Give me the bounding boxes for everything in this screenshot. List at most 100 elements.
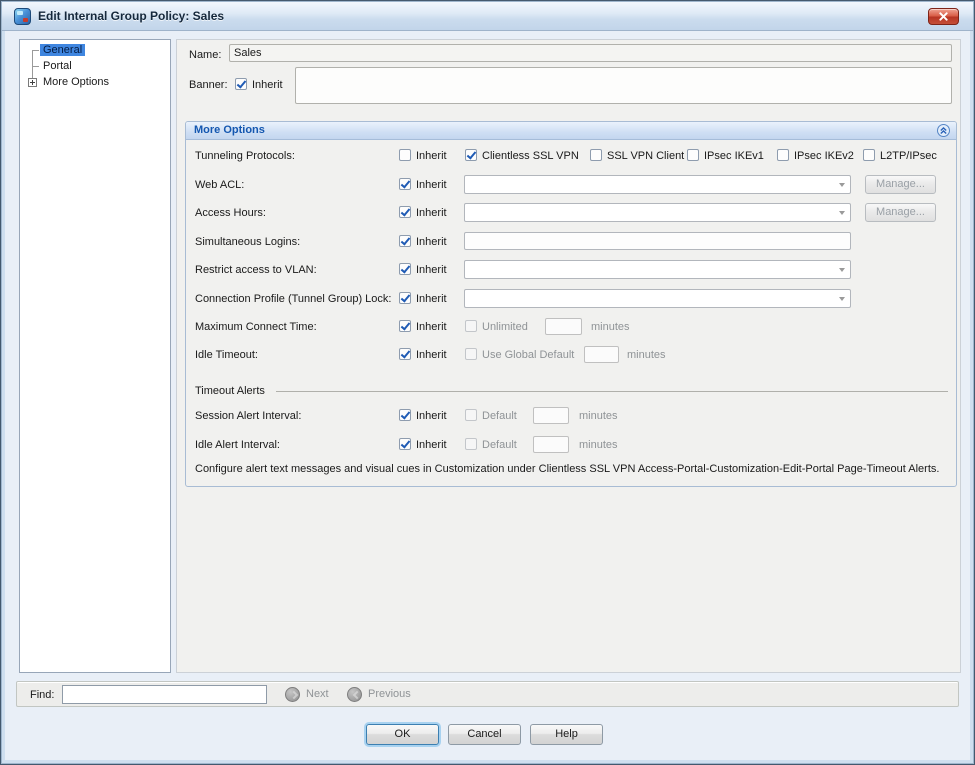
find-bar: Find: Next Previous [16,681,959,707]
help-button[interactable]: Help [530,724,603,745]
idle-alert-interval-row: Idle Alert Interval: Inherit Default min… [186,436,956,456]
section-divider [276,391,948,392]
ssl-vpn-client-label: SSL VPN Client [607,149,684,163]
row-label: Web ACL: [195,178,244,192]
session-alert-interval-row: Session Alert Interval: Inherit Default … [186,407,956,427]
ipsec-ikev2-label: IPsec IKEv2 [794,149,854,163]
dropdown-arrow-icon [839,211,845,215]
find-label: Find: [30,688,54,702]
connection-profile-lock-select[interactable] [464,289,851,308]
more-options-header[interactable]: More Options [186,122,956,140]
tunneling-inherit-checkbox[interactable] [399,149,411,161]
access-hours-manage-button[interactable]: Manage... [865,203,936,222]
ipsec-ikev1-checkbox[interactable] [687,149,699,161]
unlimited-label: Unlimited [482,320,528,334]
inherit-label: Inherit [416,320,447,334]
restrict-vlan-select[interactable] [464,260,851,279]
max-connect-minutes-field[interactable] [545,318,582,335]
tree-item-general[interactable]: General [40,43,85,57]
idle-alert-minutes-field[interactable] [533,436,569,453]
max-connect-inherit-checkbox[interactable] [399,320,411,332]
minutes-label: minutes [627,348,666,362]
inherit-label: Inherit [416,178,447,192]
tunneling-protocols-row: Tunneling Protocols: Inherit Clientless … [186,147,956,167]
idle-alert-inherit-checkbox[interactable] [399,438,411,450]
name-field[interactable]: Sales [229,44,952,62]
connection-profile-lock-inherit-checkbox[interactable] [399,292,411,304]
access-hours-row: Access Hours: Inherit Manage... [186,203,956,223]
l2tp-ipsec-checkbox[interactable] [863,149,875,161]
tree-expand-plus-icon[interactable] [28,78,37,87]
more-options-group: More Options Tunneling Protocols: Inheri… [185,121,957,487]
row-label: Simultaneous Logins: [195,235,300,249]
row-label: Connection Profile (Tunnel Group) Lock: [195,292,391,306]
clientless-ssl-vpn-checkbox[interactable] [465,149,477,161]
simultaneous-logins-field[interactable] [464,232,851,250]
title-bar[interactable]: Edit Internal Group Policy: Sales [2,2,973,31]
session-alert-default-checkbox[interactable] [465,409,477,421]
dropdown-arrow-icon [839,268,845,272]
tree-item-label: More Options [40,76,112,88]
asdm-app-icon [14,8,31,25]
name-label: Name: [189,48,221,62]
minutes-label: minutes [579,438,618,452]
find-input[interactable] [62,685,267,704]
web-acl-inherit-checkbox[interactable] [399,178,411,190]
row-label: Maximum Connect Time: [195,320,317,334]
banner-inherit-checkbox[interactable] [235,78,247,90]
tree-item-label: Portal [40,60,75,72]
idle-timeout-minutes-field[interactable] [584,346,619,363]
clientless-ssl-vpn-label: Clientless SSL VPN [482,149,579,163]
banner-inherit-label: Inherit [252,78,283,92]
session-alert-inherit-checkbox[interactable] [399,409,411,421]
collapse-section-button[interactable] [937,124,950,137]
use-global-default-checkbox[interactable] [465,348,477,360]
tree-connector-line [32,50,39,51]
access-hours-select[interactable] [464,203,851,222]
idle-timeout-inherit-checkbox[interactable] [399,348,411,360]
simultaneous-logins-row: Simultaneous Logins: Inherit [186,232,956,252]
simultaneous-logins-inherit-checkbox[interactable] [399,235,411,247]
row-label: Idle Alert Interval: [195,438,280,452]
access-hours-inherit-checkbox[interactable] [399,206,411,218]
tree-item-portal[interactable]: Portal [40,59,75,73]
inherit-label: Inherit [416,149,447,163]
cancel-button[interactable]: Cancel [448,724,521,745]
find-next-button[interactable]: Next [306,688,329,700]
close-button[interactable] [928,8,959,25]
double-chevron-up-icon [939,126,948,135]
ssl-vpn-client-checkbox[interactable] [590,149,602,161]
ok-button[interactable]: OK [366,724,439,745]
unlimited-checkbox[interactable] [465,320,477,332]
session-alert-minutes-field[interactable] [533,407,569,424]
next-icon [285,687,300,702]
timeout-alerts-section-label: Timeout Alerts [195,384,265,398]
default-label: Default [482,409,517,423]
web-acl-manage-button[interactable]: Manage... [865,175,936,194]
minutes-label: minutes [579,409,618,423]
idle-alert-default-checkbox[interactable] [465,438,477,450]
dropdown-arrow-icon [839,297,845,301]
default-label: Default [482,438,517,452]
row-label: Idle Timeout: [195,348,258,362]
more-options-title: More Options [194,124,265,136]
policy-form-panel: Name: Sales Banner: Inherit More Options… [176,39,961,673]
banner-textarea[interactable] [295,67,952,104]
edit-internal-group-policy-dialog: Edit Internal Group Policy: Sales Genera… [0,0,975,765]
idle-timeout-row: Idle Timeout: Inherit Use Global Default… [186,346,956,366]
tree-item-more-options[interactable]: More Options [40,75,112,89]
web-acl-select[interactable] [464,175,851,194]
row-label: Tunneling Protocols: [195,149,295,163]
connection-profile-lock-row: Connection Profile (Tunnel Group) Lock: … [186,289,956,309]
tree-item-label: General [40,44,85,56]
l2tp-ipsec-label: L2TP/IPsec [880,149,937,163]
find-previous-button[interactable]: Previous [368,688,411,700]
inherit-label: Inherit [416,263,447,277]
row-label: Session Alert Interval: [195,409,301,423]
window-title: Edit Internal Group Policy: Sales [38,9,224,23]
timeout-alerts-note: Configure alert text messages and visual… [195,463,939,475]
minutes-label: minutes [591,320,630,334]
restrict-vlan-inherit-checkbox[interactable] [399,263,411,275]
inherit-label: Inherit [416,438,447,452]
ipsec-ikev2-checkbox[interactable] [777,149,789,161]
